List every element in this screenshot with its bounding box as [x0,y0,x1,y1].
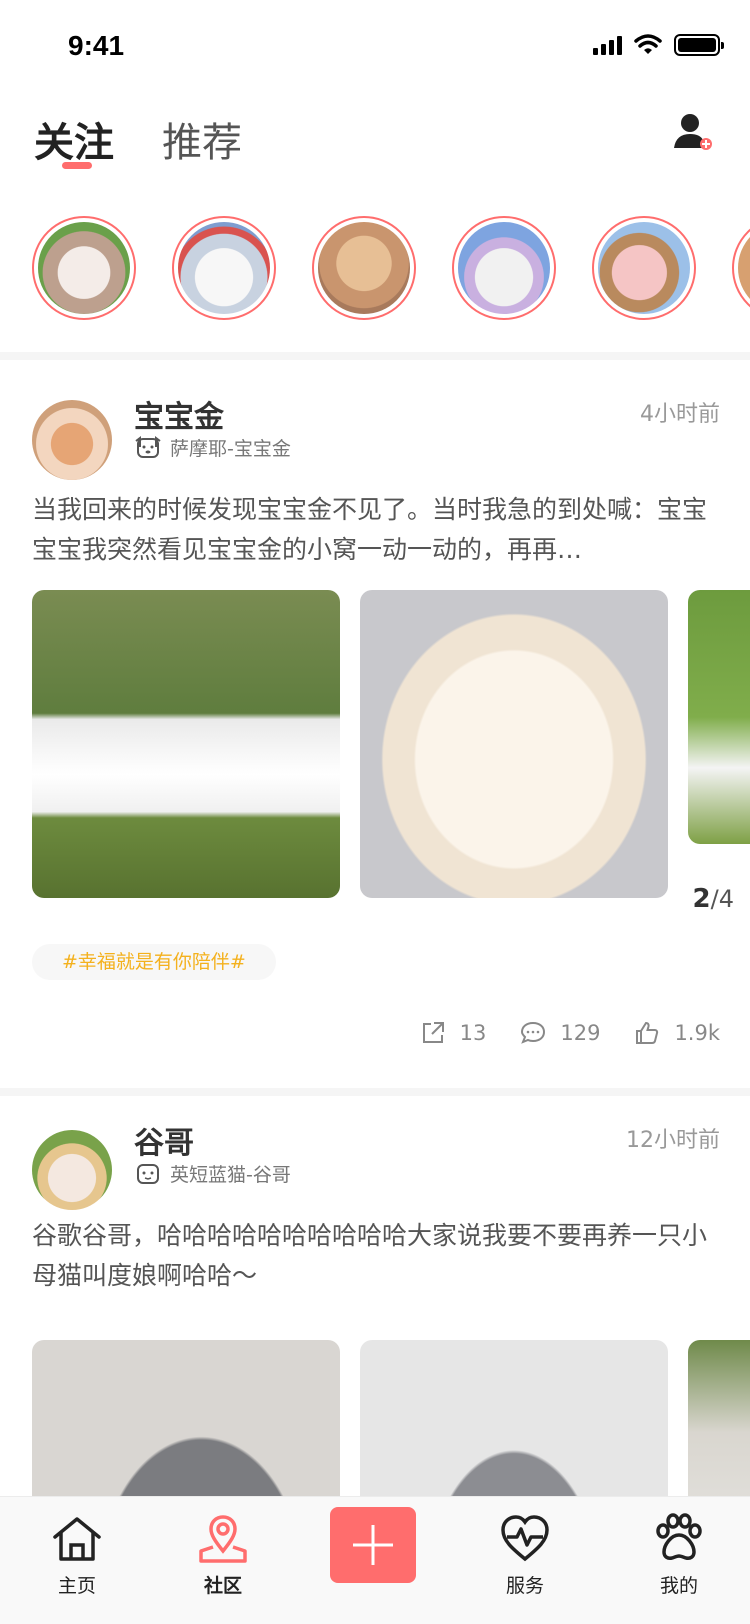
avatar[interactable] [32,1130,112,1210]
post-stats: 13 129 1.9k [420,1020,720,1046]
post-images[interactable] [0,590,750,900]
battery-icon [674,34,724,56]
tab-community[interactable]: 社区 [168,1511,278,1598]
comment-button[interactable]: 129 [520,1020,600,1046]
post-create-button[interactable] [330,1507,416,1583]
breed-label: 萨摩耶-宝宝金 [170,438,291,460]
stories-row [0,212,750,322]
avatar[interactable] [32,400,112,480]
post-image[interactable] [688,590,750,844]
post-images[interactable] [0,1340,750,1500]
plus-icon [353,1525,393,1565]
post-image[interactable] [360,1340,668,1500]
tab-home-label: 主页 [57,1575,96,1597]
tab-mine-label: 我的 [659,1575,698,1597]
status-bar: 9:41 [0,0,750,96]
like-count: 1.9k [674,1021,720,1045]
health-icon [501,1515,549,1562]
post-username[interactable]: 谷哥 [134,1118,194,1162]
post-time: 4小时前 [640,402,720,427]
community-icon [199,1515,247,1563]
divider [0,352,750,360]
tab-service[interactable]: 服务 [470,1511,580,1598]
post-breed: 英短蓝猫-谷哥 [134,1160,291,1187]
story-avatar[interactable] [172,216,276,320]
header: 关注 推荐 [0,96,750,196]
post-image[interactable] [32,590,340,898]
story-avatar[interactable] [312,216,416,320]
divider [0,1088,750,1096]
home-icon [53,1517,101,1561]
post-card: 谷哥 英短蓝猫-谷哥 12小时前 谷歌谷哥，哈哈哈哈哈哈哈哈哈哈大家说我要不要再… [0,1096,750,1500]
post-image[interactable] [688,1340,750,1500]
tab-service-label: 服务 [505,1575,544,1597]
post-time: 12小时前 [626,1128,720,1153]
status-icons [593,34,724,56]
story-avatar[interactable] [452,216,556,320]
tab-home[interactable]: 主页 [22,1511,132,1598]
bottom-tab-bar: 主页 社区 服务 我的 [0,1496,750,1624]
add-user-icon[interactable] [670,110,714,154]
share-button[interactable]: 13 [420,1020,487,1046]
tab-mine[interactable]: 我的 [624,1511,734,1598]
comment-icon [521,1021,546,1044]
breed-label: 英短蓝猫-谷哥 [170,1164,291,1186]
post-image[interactable] [360,590,668,898]
tab-recommend[interactable]: 推荐 [162,110,242,168]
image-page-indicator: 2/4 [692,884,734,914]
post-text[interactable]: 当我回来的时候发现宝宝金不见了。当时我急的到处喊：宝宝宝宝我突然看见宝宝金的小窝… [32,490,722,570]
hashtag[interactable]: #幸福就是有你陪伴# [32,944,276,980]
wifi-icon [634,34,662,54]
story-avatar[interactable] [32,216,136,320]
thumb-up-icon [636,1021,659,1044]
post-breed: 萨摩耶-宝宝金 [134,434,291,461]
post-card: 宝宝金 萨摩耶-宝宝金 4小时前 当我回来的时候发现宝宝金不见了。当时我急的到处… [0,360,750,1080]
post-text[interactable]: 谷歌谷哥，哈哈哈哈哈哈哈哈哈哈大家说我要不要再养一只小母猫叫度娘啊哈哈～ [32,1216,722,1296]
dog-face-icon [135,435,161,458]
signal-icon [593,35,622,55]
like-button[interactable]: 1.9k [634,1020,720,1046]
paw-icon [656,1513,702,1560]
comment-count: 129 [560,1021,601,1045]
post-image[interactable] [32,1340,340,1500]
share-icon [422,1022,444,1043]
status-time: 9:41 [68,30,125,61]
story-avatar[interactable] [732,216,750,320]
share-count: 13 [459,1021,487,1045]
cat-face-icon [137,1163,159,1184]
tab-community-label: 社区 [203,1575,242,1597]
tab-follow[interactable]: 关注 [34,110,114,168]
post-username[interactable]: 宝宝金 [134,392,224,436]
active-tab-indicator [62,162,92,169]
story-avatar[interactable] [592,216,696,320]
